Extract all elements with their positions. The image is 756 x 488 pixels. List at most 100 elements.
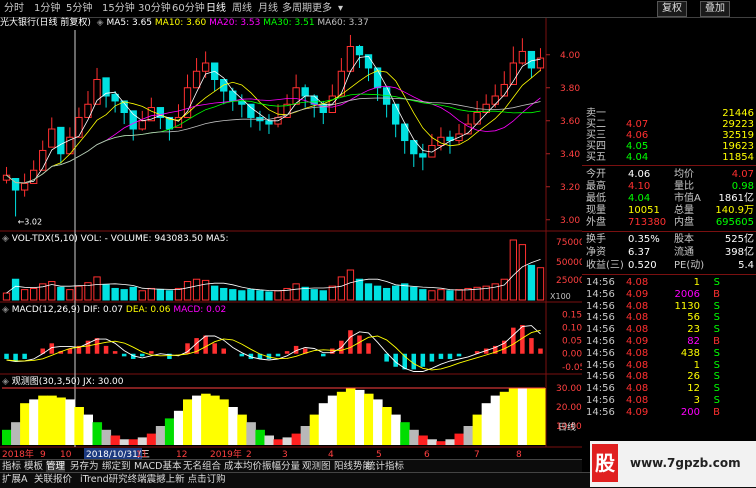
indicator-menu-item-1[interactable]: 模板 xyxy=(24,461,43,472)
indicator-menu-bar: 指标 模板 管理 另存为 绑定到 MACD基本 无名组合 成本均价振幅分量 观测图 阳线势能 统计指… xyxy=(0,459,582,473)
gauge-bar-12 xyxy=(110,435,121,445)
tick-time: 14:56 xyxy=(586,288,615,300)
indicator-menu-item-7[interactable]: 成本均价振幅分量 xyxy=(224,461,300,472)
stat-value: 4.04 xyxy=(628,193,651,204)
stat-value: 4.07 xyxy=(731,169,754,180)
stock-chart-svg[interactable]: 4.00 3.80 3.60 3.40 3.20 3.00 ←3.02 75000 50000 2… xyxy=(0,0,582,459)
macd-axis-label-0: 0.15 xyxy=(562,311,582,321)
volume-bar-37 xyxy=(337,276,346,301)
tick-price: 4.09 xyxy=(626,336,649,347)
stats-row: 最低 4.04 市值A 1861亿 xyxy=(582,193,756,205)
overlay-button[interactable]: 叠加 xyxy=(700,1,730,17)
volume-bar-47 xyxy=(428,290,436,301)
volume-bar-7 xyxy=(66,289,74,301)
stat-value: 6.37 xyxy=(628,247,651,258)
volume-bar-11 xyxy=(102,284,110,301)
gauge-bar-43 xyxy=(391,414,401,445)
ma-line-0 xyxy=(6,55,541,184)
tick-row: 14:56 4.08 26 S xyxy=(582,371,756,383)
date-label-8: 3 xyxy=(282,450,288,459)
volume-bar-14 xyxy=(129,286,137,301)
gauge-bar-2 xyxy=(20,403,30,445)
price-axis-label-5: 3.00 xyxy=(560,216,580,226)
volume-bar-33 xyxy=(301,286,309,301)
gauge-bar-25 xyxy=(228,407,238,445)
candle-body-37 xyxy=(337,70,346,97)
gauge-bar-41 xyxy=(373,399,383,445)
restore-right-button[interactable]: 复权 xyxy=(657,1,687,17)
indicator-menu-item-5[interactable]: MACD基本 xyxy=(134,461,181,472)
date-label-12: 7 xyxy=(474,450,480,459)
indicator-menu-item-4[interactable]: 绑定到 xyxy=(102,461,131,472)
gauge-bar-49 xyxy=(445,439,455,445)
volume-bar-42 xyxy=(382,287,391,301)
gauge-bar-36 xyxy=(327,395,338,445)
gauge-bar-42 xyxy=(382,407,392,445)
candle-body-29 xyxy=(265,120,273,125)
tick-side: S xyxy=(713,347,720,359)
stats-row: 外盘 713380 内盘 695605 xyxy=(582,217,756,229)
indicator-menu-item-3[interactable]: 另存为 xyxy=(70,461,99,472)
tick-row: 14:56 4.09 82 B xyxy=(582,336,756,348)
gauge-bar-52 xyxy=(472,414,483,445)
macd-icon: ◈ xyxy=(2,305,12,315)
stat-value: 398亿 xyxy=(724,247,754,258)
indicator-menu-item-6[interactable]: 无名组合 xyxy=(183,461,221,472)
gauge-bar-55 xyxy=(499,391,510,445)
date-label-9: 4 xyxy=(328,450,334,459)
tick-row: 14:56 4.08 3 S xyxy=(582,395,756,407)
stats2-row: 净资 6.37 流通 398亿 xyxy=(582,247,756,259)
gauge-bar-39 xyxy=(354,389,365,445)
gauge-bar-23 xyxy=(210,395,220,445)
tick-side: B xyxy=(713,288,720,300)
gauge-bar-29 xyxy=(264,435,274,445)
date-label-11: 6 xyxy=(424,450,430,459)
date-label-6: 2019年 xyxy=(210,448,242,459)
tick-price: 4.08 xyxy=(626,300,649,312)
tick-time: 14:56 xyxy=(586,300,615,312)
indicator-menu-item-0[interactable]: 指标 xyxy=(2,461,21,472)
volume-bar-24 xyxy=(220,287,228,301)
tick-side: S xyxy=(713,359,720,371)
indicator-menu-item-8[interactable]: 观测图 xyxy=(302,461,331,472)
date-label-0: 2018年 xyxy=(2,448,34,459)
orderbook-volume: 11854 xyxy=(722,152,754,163)
gauge-bar-33 xyxy=(300,426,311,445)
orderbook-divider xyxy=(582,165,756,166)
tick-side: S xyxy=(713,300,720,312)
tick-row: 14:56 4.08 438 S xyxy=(582,348,756,360)
gauge-bar-35 xyxy=(318,403,329,445)
tick-row: 14:56 4.08 23 S xyxy=(582,324,756,336)
volume-bar-32 xyxy=(292,283,300,301)
volume-bar-2 xyxy=(20,289,29,301)
stats2-row: 收益(三) 0.520 PE(动) 5.4 xyxy=(582,260,756,272)
ticks-divider xyxy=(582,274,756,275)
extension-menu-item-1[interactable]: 关联报价 xyxy=(34,474,72,485)
volume-bar-22 xyxy=(201,279,210,301)
tick-time: 14:56 xyxy=(586,359,615,371)
extension-menu-item-0[interactable]: 扩展A xyxy=(2,474,28,485)
volume-bar-57 xyxy=(518,244,527,301)
candle-body-47 xyxy=(428,145,436,158)
macd-title: ◈ MACD(12,26,9) DIF: 0.07 DEA: 0.06 MACD… xyxy=(2,305,227,315)
gauge-bar-38 xyxy=(345,388,356,445)
extension-menu-item-2[interactable]: iTrend研究终端震撼上新 点击订购 xyxy=(80,474,226,485)
indicator-menu-item-2[interactable]: 管理 xyxy=(46,461,66,472)
right-tab-day[interactable]: 日线 xyxy=(558,420,576,433)
gauge-bar-30 xyxy=(273,439,284,445)
low-price-marker: ←3.02 xyxy=(18,217,43,226)
date-label-2: 10 xyxy=(60,450,72,459)
volume-bar-58 xyxy=(527,264,536,301)
stat-value: 0.98 xyxy=(731,181,754,192)
tick-time: 14:56 xyxy=(586,383,615,395)
gauge-bar-26 xyxy=(237,414,247,445)
candle-body-15 xyxy=(138,120,146,130)
volume-bar-56 xyxy=(509,239,517,301)
volume-title: ◈ VOL-TDX(5,10) VOL: - VOLUME: 943083.50… xyxy=(2,234,229,244)
stat-key: 最高 xyxy=(586,181,606,192)
gauge-bar-56 xyxy=(508,388,519,445)
gauge-bar-27 xyxy=(246,422,256,445)
gauge-bar-3 xyxy=(29,399,39,445)
indicator-menu-item-10[interactable]: 统计指标 xyxy=(366,461,404,472)
gauge-bar-20 xyxy=(183,399,193,445)
